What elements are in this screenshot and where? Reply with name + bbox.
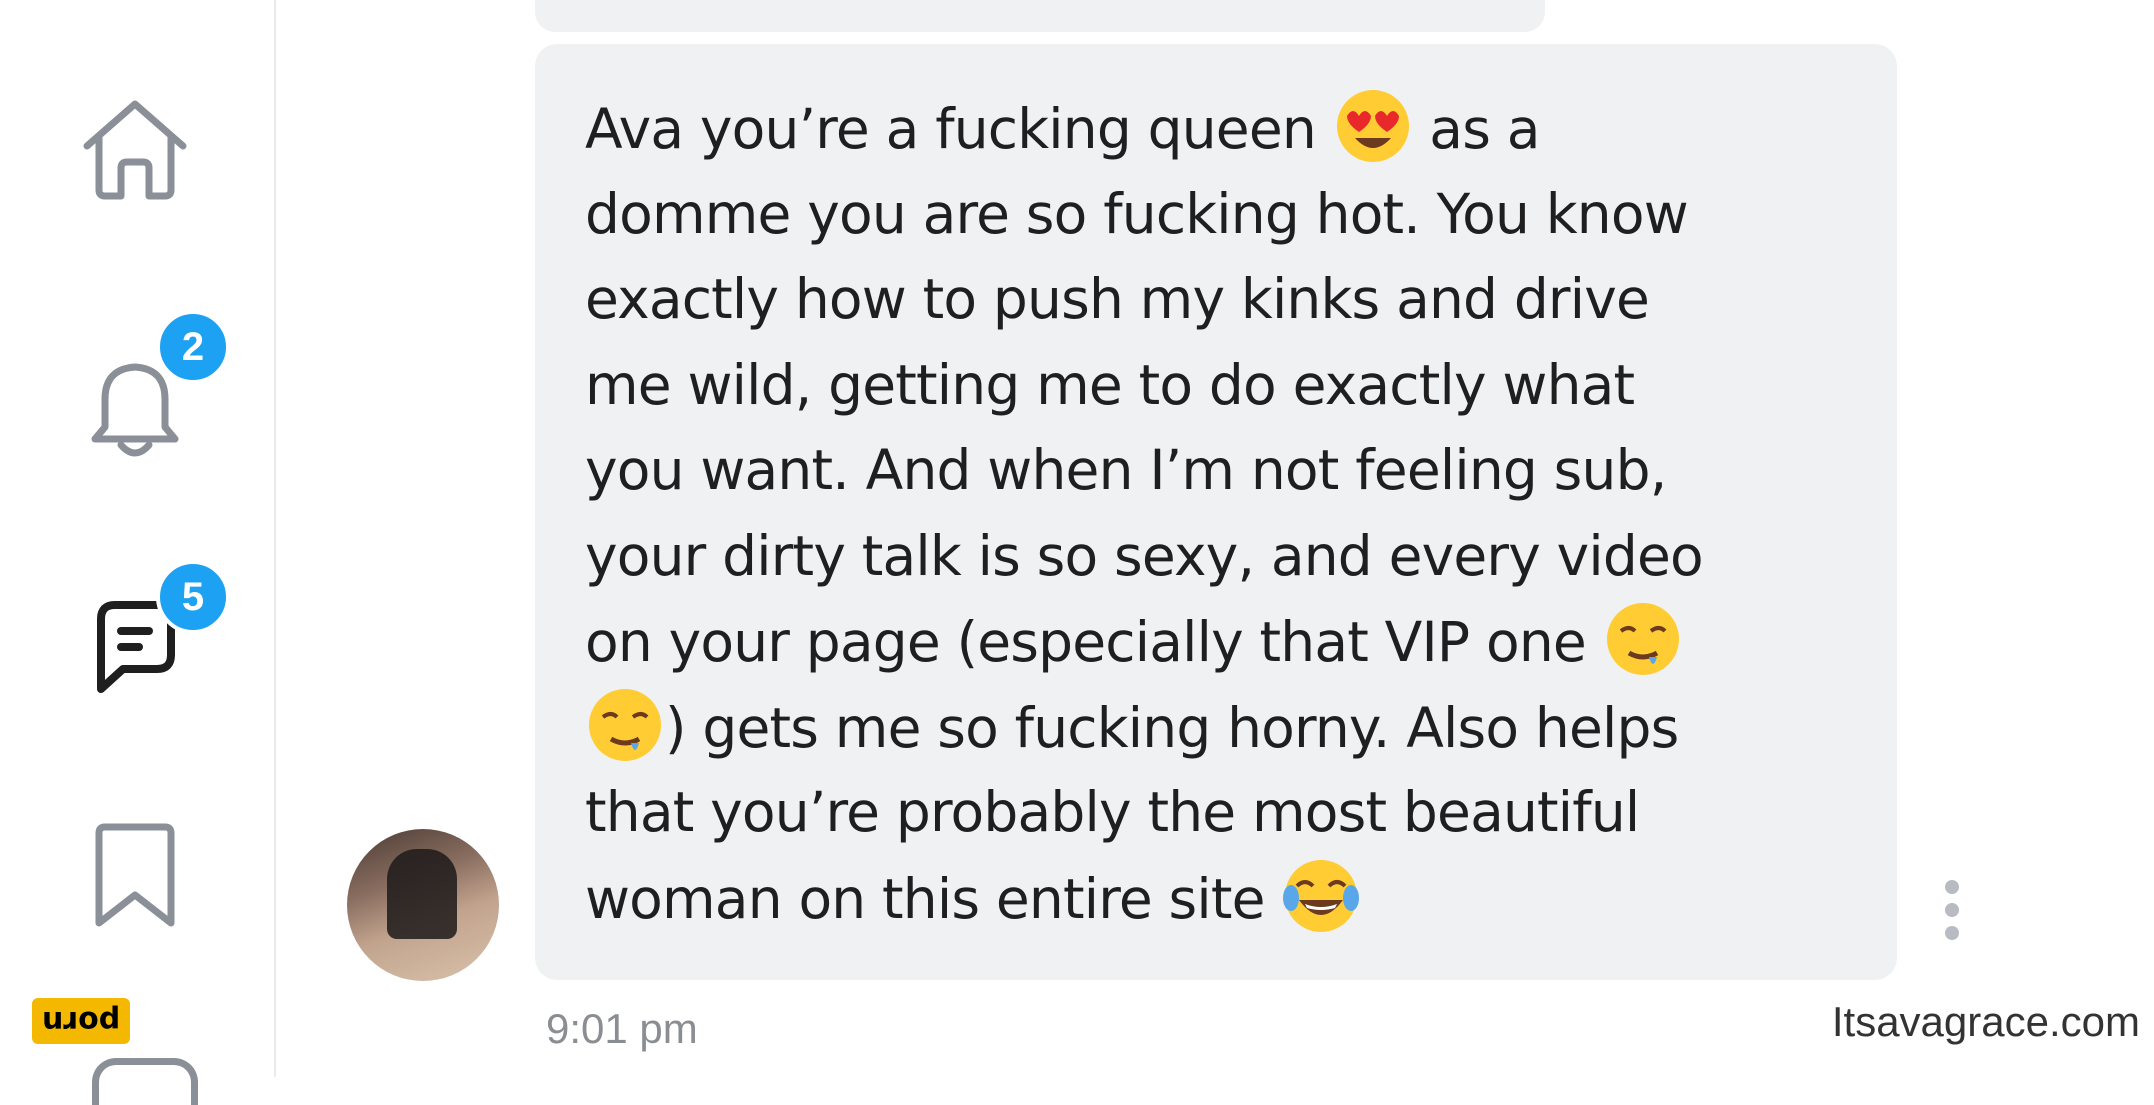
nav-rail: 2 5 porn (0, 0, 276, 1105)
message-timestamp: 9:01 pm (546, 1005, 698, 1052)
nav-next-icon-partial[interactable] (92, 1058, 198, 1105)
notifications-badge: 2 (156, 310, 230, 384)
messages-badge: 5 (156, 560, 230, 634)
home-icon (83, 100, 187, 200)
previous-message-bubble[interactable] (535, 0, 1545, 32)
drooling-face-emoji (1606, 603, 1679, 675)
heart-eyes-emoji (1336, 90, 1409, 162)
message-text: Ava you’re a fucking queen as a domme yo… (585, 86, 1865, 941)
nav-bookmarks-button[interactable] (60, 800, 210, 950)
drooling-face-emoji (589, 688, 661, 761)
sender-avatar[interactable] (347, 829, 499, 981)
watermark-logo: porn (32, 998, 130, 1044)
tears-of-joy-emoji (1283, 859, 1360, 932)
watermark-site: Itsavagrace.com (1831, 998, 2140, 1045)
bookmark-icon (95, 823, 175, 927)
nav-home-button[interactable] (60, 75, 210, 225)
nav-notifications-button[interactable]: 2 (60, 310, 230, 480)
more-options-icon[interactable] (1935, 880, 1969, 940)
nav-messages-button[interactable]: 5 (60, 560, 230, 720)
